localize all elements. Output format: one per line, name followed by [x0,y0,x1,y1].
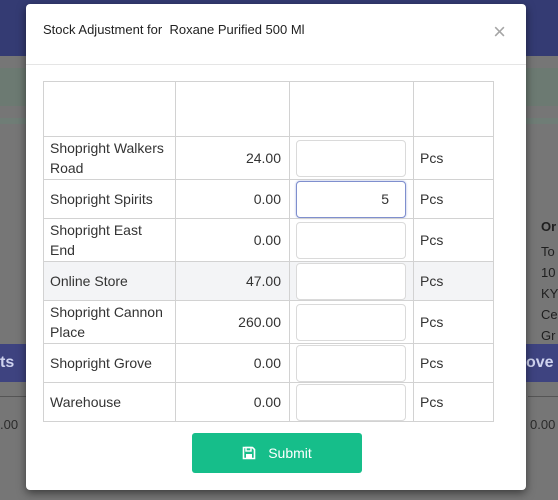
adjust-quantity-input[interactable] [296,180,406,218]
modal-header: Stock Adjustment for Roxane Purified 500… [26,4,526,65]
location-name: Warehouse [43,382,176,422]
table-row: Shopright Cannon Place 260.00 Pcs [43,300,494,344]
adjust-cell [289,382,414,422]
background-side-line: To [541,244,555,259]
adjust-cell [289,218,414,262]
background-divider-right [528,396,558,397]
current-stock: 0.00 [175,218,290,262]
current-stock: 47.00 [175,261,290,301]
location-name: Shopright Spirits [43,179,176,219]
background-side-text: Or To 10 KY Ce Gr [541,216,558,346]
adjust-cell [289,343,414,383]
table-row: Online Store 47.00 Pcs [43,261,494,301]
background-side-line: KY [541,286,558,301]
table-row: Shopright Spirits 0.00 Pcs [43,179,494,219]
header-cell-stock [175,81,290,137]
background-side-line: Gr [541,328,556,343]
unit-label: Pcs [413,300,494,344]
table-row: Shopright East End 0.00 Pcs [43,218,494,262]
header-cell-location [43,81,176,137]
header-cell-adjust [289,81,414,137]
unit-label: Pcs [413,218,494,262]
table-row: Shopright Walkers Road 24.00 Pcs [43,136,494,180]
current-stock: 24.00 [175,136,290,180]
unit-label: Pcs [413,179,494,219]
location-name: Shopright East End [43,218,176,262]
unit-label: Pcs [413,343,494,383]
modal-title: Stock Adjustment for Roxane Purified 500… [43,22,305,37]
current-stock: 0.00 [175,382,290,422]
adjust-quantity-input[interactable] [296,221,406,259]
background-side-line: 10 [541,265,556,280]
location-name: Shopright Cannon Place [43,300,176,344]
unit-label: Pcs [413,382,494,422]
current-stock: 0.00 [175,343,290,383]
table-row: Shopright Grove 0.00 Pcs [43,343,494,383]
adjust-quantity-input[interactable] [296,139,406,177]
submit-button[interactable]: Submit [192,433,362,473]
adjust-cell [289,300,414,344]
adjust-cell [289,179,414,219]
current-stock: 0.00 [175,179,290,219]
adjust-quantity-input[interactable] [296,344,406,382]
table-header-row [43,81,494,137]
adjust-quantity-input[interactable] [296,262,406,300]
adjust-quantity-input[interactable] [296,383,406,421]
location-name: Shopright Grove [43,343,176,383]
submit-label: Submit [268,445,312,461]
background-side-heading: Or [541,219,557,234]
unit-label: Pcs [413,261,494,301]
unit-label: Pcs [413,136,494,180]
adjust-cell [289,136,414,180]
close-icon[interactable]: × [493,21,506,43]
stock-adjustment-table: Shopright Walkers Road 24.00 Pcs Shoprig… [43,81,494,422]
location-name: Shopright Walkers Road [43,136,176,180]
save-icon [242,446,256,460]
background-side-line: Ce [541,307,558,322]
background-value-left: .00 [0,417,19,432]
location-name: Online Store [43,261,176,301]
stock-adjustment-modal: Stock Adjustment for Roxane Purified 500… [26,4,526,490]
header-cell-unit [413,81,494,137]
current-stock: 260.00 [175,300,290,344]
adjust-cell [289,261,414,301]
table-row: Warehouse 0.00 Pcs [43,382,494,422]
background-value-right: 0.00 [530,417,556,432]
adjust-quantity-input[interactable] [296,303,406,341]
